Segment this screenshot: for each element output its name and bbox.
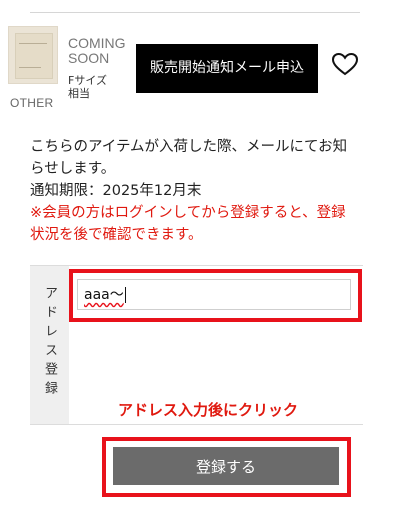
address-label-cell: アドレス登録 — [30, 266, 69, 424]
thumb-detail — [19, 67, 41, 68]
email-address-input[interactable]: aaa〜 — [77, 279, 351, 310]
coming-soon-status: COMING SOON — [68, 35, 126, 66]
register-button[interactable]: 登録する — [113, 447, 339, 485]
restock-info-text: こちらのアイテムが入荷した際、メールにてお知らせします。 — [30, 139, 348, 177]
text-caret — [124, 287, 126, 303]
top-divider — [30, 12, 360, 13]
thumb-detail — [19, 43, 47, 44]
notification-deadline: 通知期限：2025年12月末 — [30, 183, 202, 199]
product-category: OTHER — [10, 96, 54, 110]
product-box-image-icon — [15, 33, 53, 79]
typed-address: aaa〜 — [84, 287, 124, 303]
size-line-1: Fサイズ — [68, 74, 107, 87]
notify-signup-button[interactable]: 販売開始通知メール申込 — [136, 44, 318, 93]
size-line-2: 相当 — [68, 87, 90, 100]
notification-message: こちらのアイテムが入荷した際、メールにてお知らせします。 通知期限：2025年1… — [30, 136, 350, 246]
click-instruction-annotation: アドレス入力後にクリック — [118, 401, 299, 419]
product-thumbnail[interactable] — [8, 26, 58, 84]
address-label: アドレス登録 — [42, 286, 57, 400]
member-login-notice: ※会員の方はログインしてから登録すると、登録状況を後で確認できます。 — [30, 205, 346, 243]
product-size: Fサイズ 相当 — [68, 74, 107, 100]
heart-outline-icon[interactable] — [331, 52, 359, 76]
